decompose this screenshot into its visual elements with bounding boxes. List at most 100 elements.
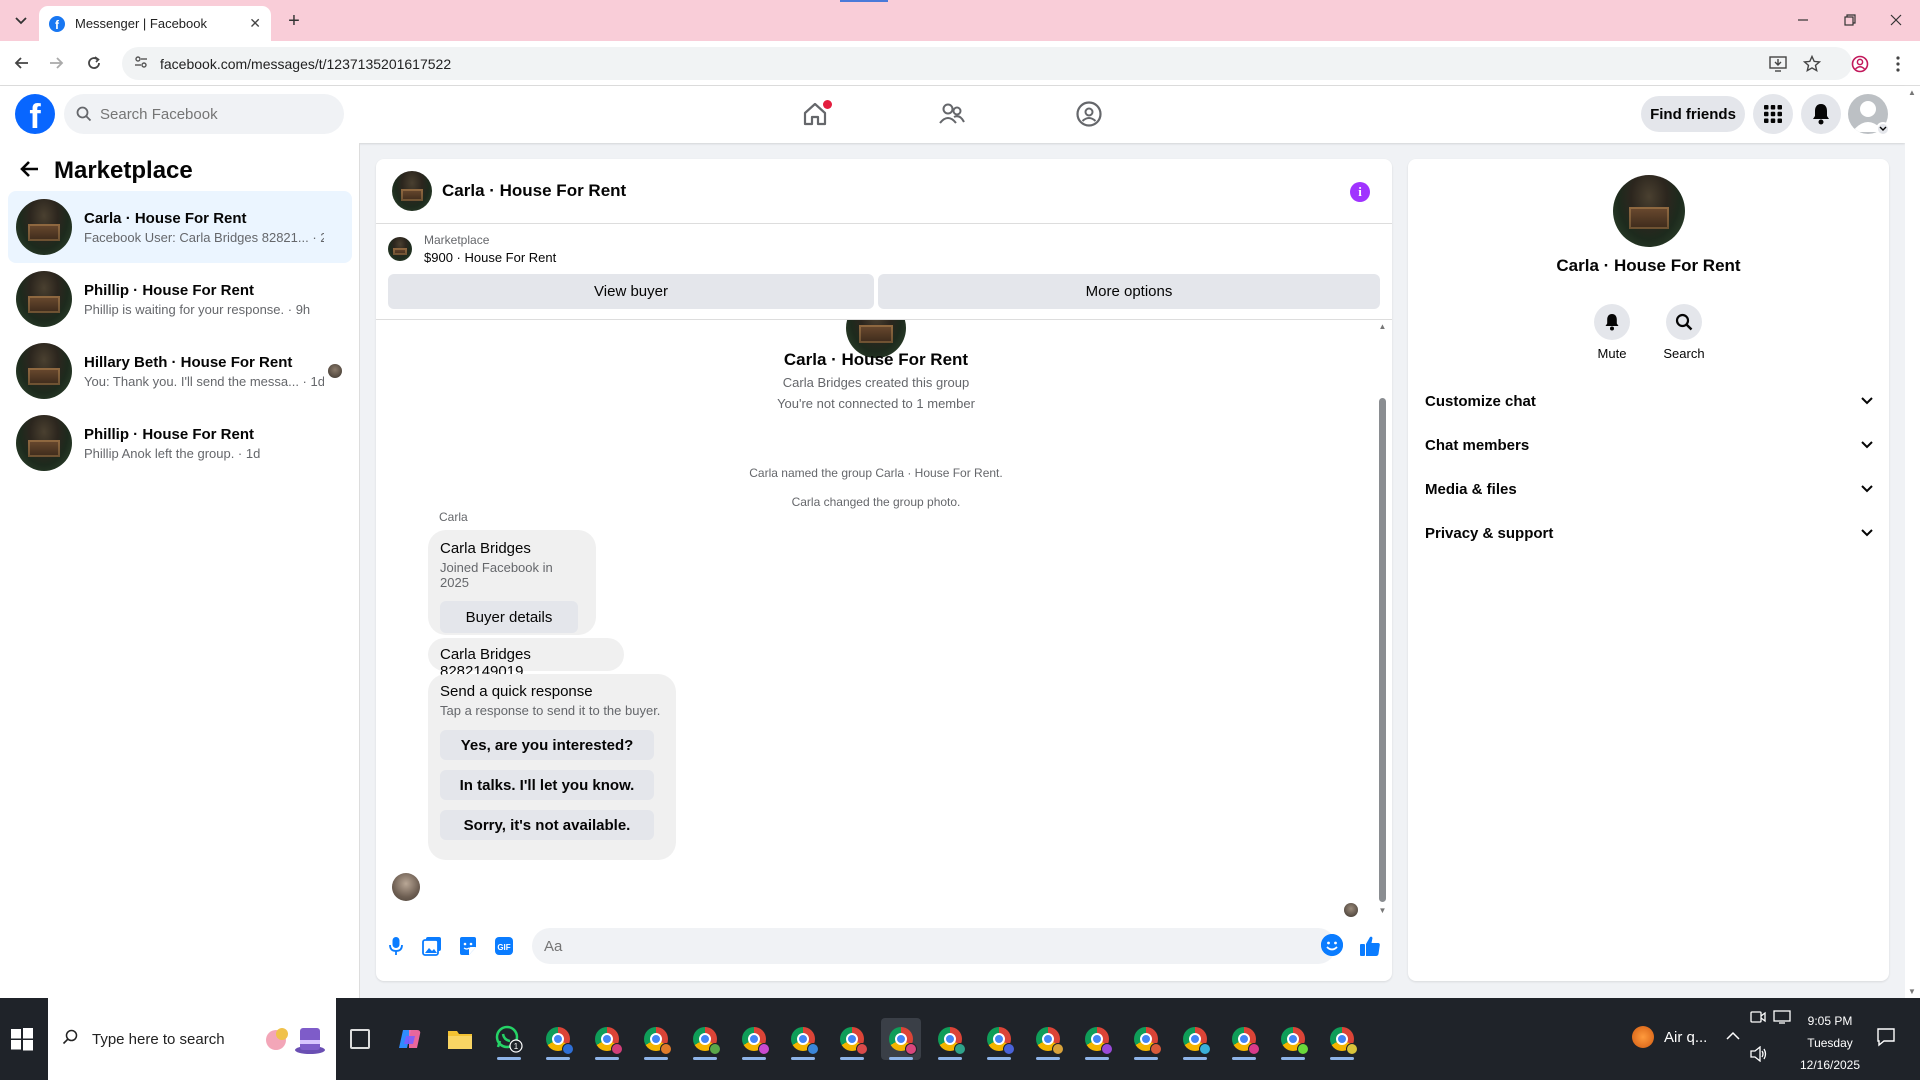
photo-note: Carla changed the group photo. bbox=[791, 495, 961, 509]
chat-details-name: Carla · House For Rent bbox=[1556, 256, 1741, 275]
site-info-icon[interactable] bbox=[134, 55, 148, 72]
browser-menu-icon[interactable] bbox=[1887, 53, 1909, 75]
copilot-app-icon[interactable] bbox=[390, 1018, 430, 1060]
emoji-icon[interactable] bbox=[1321, 934, 1343, 956]
thread-scrollbar[interactable]: ▲ ▼ bbox=[1377, 322, 1388, 918]
reload-icon[interactable] bbox=[82, 51, 106, 75]
conversation-item[interactable]: Carla · House For Rent Facebook User: Ca… bbox=[8, 191, 352, 263]
message-input[interactable] bbox=[544, 937, 1304, 955]
listing-thumbnail bbox=[388, 237, 412, 261]
find-friends-button[interactable]: Find friends bbox=[1641, 96, 1745, 132]
privacy-support-section[interactable]: Privacy & support bbox=[1425, 513, 1875, 553]
page-scroll-up-icon[interactable]: ▲ bbox=[1908, 88, 1916, 97]
quick-response-option[interactable]: In talks. I'll let you know. bbox=[440, 770, 654, 800]
whatsapp-app-icon[interactable]: 1 bbox=[489, 1018, 529, 1060]
mute-action[interactable]: Mute bbox=[1582, 304, 1642, 361]
chrome-app-icon[interactable] bbox=[1224, 1018, 1264, 1060]
chevron-down-icon bbox=[1859, 437, 1875, 453]
forward-arrow-icon[interactable] bbox=[44, 51, 68, 75]
chrome-app-icon[interactable] bbox=[1028, 1018, 1068, 1060]
menu-grid-icon[interactable] bbox=[1753, 94, 1793, 134]
chrome-app-icon[interactable] bbox=[930, 1018, 970, 1060]
page-scrollbar[interactable]: ▲ ▼ bbox=[1905, 86, 1920, 998]
media-files-section[interactable]: Media & files bbox=[1425, 469, 1875, 509]
new-tab-plus-icon[interactable]: + bbox=[282, 9, 306, 33]
quick-response-option[interactable]: Yes, are you interested? bbox=[440, 730, 654, 760]
back-arrow-icon[interactable] bbox=[10, 51, 34, 75]
quick-response-option[interactable]: Sorry, it's not available. bbox=[440, 810, 654, 840]
close-window-icon[interactable] bbox=[1884, 8, 1908, 32]
network-icon[interactable] bbox=[1773, 1010, 1791, 1027]
scrollbar-thumb[interactable] bbox=[1379, 398, 1386, 902]
chrome-app-icon[interactable] bbox=[587, 1018, 627, 1060]
buyer-details-button[interactable]: Buyer details bbox=[440, 601, 578, 633]
chrome-app-icon[interactable] bbox=[1126, 1018, 1166, 1060]
windows-start-icon[interactable] bbox=[10, 1027, 34, 1051]
view-buyer-button[interactable]: View buyer bbox=[388, 274, 874, 309]
more-options-button[interactable]: More options bbox=[878, 274, 1380, 309]
chrome-app-icon[interactable] bbox=[734, 1018, 774, 1060]
chrome-app-icon[interactable] bbox=[538, 1018, 578, 1060]
listing-summary[interactable]: Marketplace $900 · House For Rent bbox=[388, 233, 556, 265]
chrome-app-icon[interactable] bbox=[783, 1018, 823, 1060]
chat-title[interactable]: Carla · House For Rent bbox=[442, 181, 626, 201]
weather-widget[interactable]: Air q... bbox=[1632, 1026, 1707, 1048]
sender-avatar[interactable] bbox=[392, 873, 420, 901]
file-explorer-icon[interactable] bbox=[440, 1018, 480, 1060]
chrome-app-icon-active[interactable] bbox=[881, 1018, 921, 1060]
search-action[interactable]: Search bbox=[1654, 304, 1714, 361]
chrome-app-icon[interactable] bbox=[636, 1018, 676, 1060]
notifications-bell-icon[interactable] bbox=[1801, 94, 1841, 134]
chrome-app-icon[interactable] bbox=[1175, 1018, 1215, 1060]
profile-icon[interactable] bbox=[1849, 53, 1871, 75]
minimize-icon[interactable] bbox=[1791, 8, 1815, 32]
sticker-icon[interactable] bbox=[456, 934, 480, 958]
chat-avatar[interactable] bbox=[392, 171, 432, 211]
taskbar-clock[interactable]: 9:05 PM Tuesday 12/16/2025 bbox=[1790, 1010, 1870, 1076]
meet-now-icon[interactable] bbox=[1750, 1010, 1766, 1027]
chrome-app-icon[interactable] bbox=[832, 1018, 872, 1060]
task-view-icon[interactable] bbox=[350, 1029, 370, 1049]
show-hidden-icons-chevron-up-icon[interactable] bbox=[1726, 1028, 1740, 1044]
customize-chat-section[interactable]: Customize chat bbox=[1425, 381, 1875, 421]
chat-members-section[interactable]: Chat members bbox=[1425, 425, 1875, 465]
bookmark-star-icon[interactable] bbox=[1801, 53, 1823, 75]
install-app-icon[interactable] bbox=[1767, 53, 1789, 75]
chrome-app-icon[interactable] bbox=[1273, 1018, 1313, 1060]
account-chevron-down-icon[interactable] bbox=[1876, 122, 1890, 136]
friends-icon[interactable] bbox=[934, 96, 970, 132]
search-icon[interactable] bbox=[1666, 304, 1702, 340]
microphone-icon[interactable] bbox=[384, 934, 408, 958]
tab-search-chevron-icon[interactable] bbox=[10, 10, 32, 32]
chrome-app-icon[interactable] bbox=[1077, 1018, 1117, 1060]
tab-close-icon[interactable]: ✕ bbox=[249, 15, 261, 32]
restore-icon[interactable] bbox=[1838, 8, 1862, 32]
browser-tab-messenger[interactable]: f Messenger | Facebook ✕ bbox=[39, 6, 271, 41]
facebook-search-input[interactable] bbox=[100, 105, 320, 123]
conversation-item[interactable]: Hillary Beth · House For Rent You: Thank… bbox=[8, 335, 352, 407]
scroll-up-arrow-icon[interactable]: ▲ bbox=[1377, 322, 1388, 334]
chrome-app-icon[interactable] bbox=[1322, 1018, 1362, 1060]
mute-bell-icon[interactable] bbox=[1594, 304, 1630, 340]
back-arrow-icon[interactable] bbox=[20, 158, 40, 184]
message-input-box[interactable] bbox=[532, 928, 1336, 964]
chat-details-avatar[interactable] bbox=[1613, 175, 1685, 247]
chrome-app-icon[interactable] bbox=[685, 1018, 725, 1060]
conversation-info-icon[interactable]: i bbox=[1350, 182, 1370, 202]
marketplace-sidebar: Marketplace Carla · House For Rent Faceb… bbox=[0, 143, 360, 998]
attach-photo-icon[interactable] bbox=[420, 934, 444, 958]
notification-center-icon[interactable] bbox=[1876, 1027, 1898, 1049]
conversation-item[interactable]: Phillip · House For Rent Phillip is wait… bbox=[8, 263, 352, 335]
conversation-item[interactable]: Phillip · House For Rent Phillip Anok le… bbox=[8, 407, 352, 479]
scroll-down-arrow-icon[interactable]: ▼ bbox=[1377, 906, 1388, 918]
thumbs-up-icon[interactable] bbox=[1358, 934, 1382, 958]
chrome-app-icon[interactable] bbox=[979, 1018, 1019, 1060]
facebook-logo-icon[interactable]: f bbox=[15, 94, 55, 134]
groups-icon[interactable] bbox=[1071, 96, 1107, 132]
page-scroll-down-icon[interactable]: ▼ bbox=[1908, 987, 1916, 996]
gif-icon[interactable]: GIF bbox=[492, 934, 516, 958]
facebook-search[interactable] bbox=[64, 94, 344, 134]
address-bar[interactable]: facebook.com/messages/t/1237135201617522 bbox=[122, 47, 1852, 80]
volume-icon[interactable] bbox=[1750, 1045, 1768, 1065]
taskbar-search[interactable]: Type here to search bbox=[48, 998, 336, 1080]
